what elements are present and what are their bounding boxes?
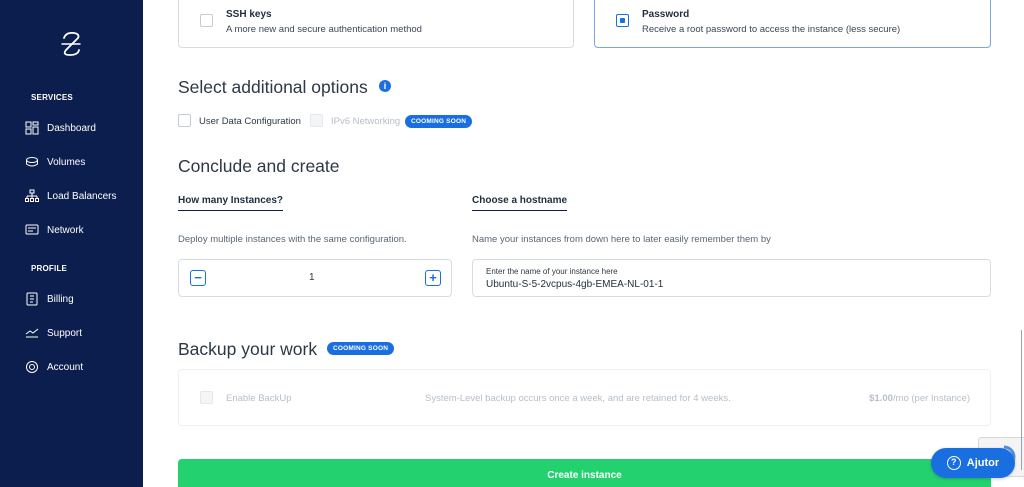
backup-price: $1.00/mo (per Instance) [869, 393, 970, 404]
hostname-input[interactable]: Ubuntu-S-5-2vcpus-4gb-EMEA-NL-01-1 [486, 279, 663, 290]
conclude-title: Conclude and create [178, 156, 340, 176]
network-icon [25, 223, 39, 237]
sidebar-item-label: Support [47, 327, 83, 339]
sidebar-item-label: Billing [47, 293, 74, 305]
help-button[interactable]: ? Ajutor [931, 448, 1015, 478]
help-icon: ? [946, 456, 961, 470]
sidebar-item-label: Account [47, 361, 84, 373]
user-data-checkbox[interactable] [178, 114, 191, 127]
hostname-heading: Choose a hostname [472, 195, 568, 211]
ssh-keys-title: SSH keys [226, 9, 272, 20]
sidebar-item-volumes[interactable]: Volumes [25, 152, 85, 172]
sidebar-item-label: Load Balancers [47, 190, 117, 202]
password-checkbox[interactable] [616, 14, 629, 27]
help-label: Ajutor [966, 457, 1000, 469]
dashboard-icon [25, 121, 39, 135]
backup-price-amount: $1.00 [869, 393, 893, 404]
additional-options-title: Select additional options [178, 77, 368, 97]
sidebar-item-label: Volumes [47, 156, 86, 168]
ipv6-checkbox [310, 114, 323, 127]
password-card[interactable]: Password Receive a root password to acce… [594, 0, 991, 48]
backup-price-unit: /mo (per Instance) [892, 393, 970, 404]
load-balancers-icon [25, 189, 39, 203]
ssh-keys-desc: A more new and secure authentication met… [226, 24, 422, 35]
sidebar-item-account[interactable]: Account [25, 357, 83, 377]
ssh-keys-card[interactable]: SSH keys A more new and secure authentic… [178, 0, 574, 48]
sidebar-item-load-balancers[interactable]: Load Balancers [25, 186, 117, 206]
hostname-hint: Name your instances from down here to la… [472, 234, 771, 245]
sidebar: SERVICES Dashboard Volumes Load Balancer… [0, 0, 143, 487]
backup-card: Enable BackUp System-Level backup occurs… [178, 369, 991, 426]
increment-button[interactable]: + [425, 270, 441, 286]
sidebar-item-label: Dashboard [47, 122, 96, 134]
sidebar-item-support[interactable]: Support [25, 323, 82, 343]
ssh-keys-checkbox[interactable] [200, 14, 213, 27]
sidebar-item-billing[interactable]: Billing [25, 289, 74, 309]
info-icon[interactable]: i [379, 80, 391, 92]
hostname-field[interactable]: Enter the name of your instance here Ubu… [472, 259, 991, 297]
decrement-button[interactable]: − [190, 270, 206, 286]
coming-soon-badge: COOMING SOON [405, 115, 473, 128]
create-instance-button[interactable]: Create instance [178, 459, 991, 487]
backup-checkbox [200, 391, 213, 404]
scrollbar[interactable] [1021, 330, 1022, 470]
billing-icon [25, 292, 39, 306]
profile-section-label: PROFILE [31, 264, 68, 273]
ipv6-label: IPv6 Networking [331, 116, 401, 127]
password-title: Password [642, 9, 690, 20]
instances-heading: How many Instances? [178, 195, 284, 211]
instances-count[interactable]: 1 [309, 272, 315, 283]
sidebar-item-label: Network [47, 224, 84, 236]
password-desc: Receive a root password to access the in… [642, 24, 901, 35]
backup-enable-label: Enable BackUp [226, 393, 292, 404]
sidebar-item-network[interactable]: Network [25, 220, 84, 240]
support-icon [25, 326, 39, 340]
backup-desc: System-Level backup occurs once a week, … [425, 393, 731, 404]
backup-coming-soon-badge: COOMING SOON [327, 342, 395, 355]
services-section-label: SERVICES [31, 93, 73, 102]
account-icon [25, 360, 39, 374]
instances-stepper: − 1 + [178, 259, 452, 297]
brand-logo-icon[interactable] [58, 30, 84, 58]
sidebar-item-dashboard[interactable]: Dashboard [25, 118, 96, 138]
volumes-icon [25, 155, 39, 169]
hostname-field-label: Enter the name of your instance here [486, 267, 618, 276]
instances-hint: Deploy multiple instances with the same … [178, 234, 407, 245]
user-data-label: User Data Configuration [199, 116, 301, 127]
backup-title: Backup your work [178, 339, 318, 359]
